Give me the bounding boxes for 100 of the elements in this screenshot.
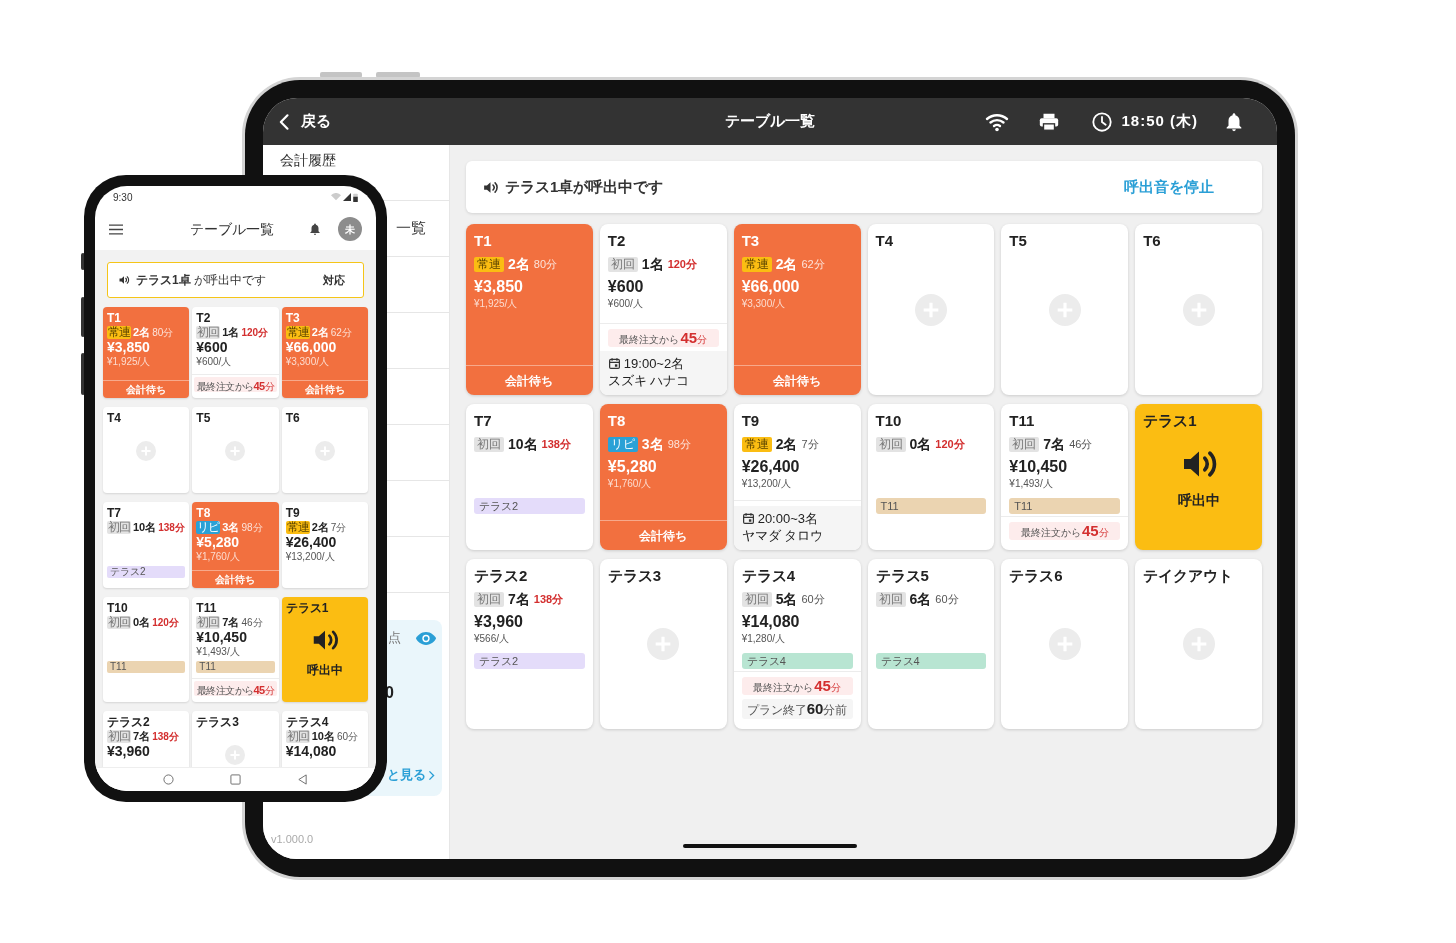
- table-name: T3: [285, 311, 301, 325]
- table-card[interactable]: テラス3: [599, 559, 727, 729]
- table-card[interactable]: T7 初回 10名 138分 テラス2: [466, 404, 593, 550]
- table-card[interactable]: テラス3: [192, 711, 279, 767]
- table-card[interactable]: テイクアウト: [1135, 559, 1262, 729]
- table-name: T10: [875, 412, 903, 430]
- reservation-name: スズキ ハナコ: [607, 372, 691, 389]
- table-card[interactable]: T9 常連 2名 7分 ¥26,400 ¥13,200/人 20:00~3名 ヤマダ タロウ: [733, 404, 861, 550]
- table-name: T5: [1009, 232, 1028, 250]
- table-card[interactable]: T11 初回 7名 46分 ¥10,450 ¥1,493/人 T11 最終注文から45分: [192, 597, 279, 702]
- respond-button[interactable]: 対応: [323, 271, 345, 289]
- customer-badge: 初回: [741, 591, 772, 607]
- area-tag: T11: [196, 661, 275, 673]
- table-card[interactable]: T6: [281, 407, 368, 493]
- table-card[interactable]: T1 常連 2名 80分 ¥3,850 ¥1,925/人 会計待ち: [466, 224, 593, 395]
- table-name: テラス1: [285, 601, 330, 615]
- table-card[interactable]: テラス4 初回 10名 60分 ¥14,080: [281, 711, 368, 767]
- table-card[interactable]: T11 初回 7名 46分 ¥10,450 ¥1,493/人 T11 最終注文から45分: [1001, 404, 1129, 550]
- table-card[interactable]: T6: [1135, 224, 1262, 395]
- table-name: テラス3: [607, 567, 663, 585]
- table-card[interactable]: テラス5 初回 6名 60分 テラス4: [867, 559, 995, 729]
- guest-count: 2名: [775, 435, 798, 453]
- back-button[interactable]: 戻る: [275, 110, 331, 133]
- recents-icon[interactable]: [230, 774, 241, 785]
- table-card[interactable]: T10 初回 0名 120分 T11: [103, 597, 190, 702]
- sidebar-item[interactable]: 一覧: [396, 217, 426, 240]
- table-name: T10: [107, 601, 129, 615]
- customer-badge: 常連: [285, 521, 310, 534]
- table-name: テラス6: [1009, 567, 1064, 585]
- call-message: テラス1卓が呼出中です: [505, 176, 664, 197]
- screen-title: テーブル一覧: [724, 111, 816, 132]
- checkout-status: 会計待ち: [599, 520, 727, 550]
- guest-count: 10名: [133, 521, 157, 534]
- table-card[interactable]: テラス1 呼出中: [281, 597, 368, 702]
- total-amount: ¥14,080: [741, 612, 801, 632]
- elapsed-time: 138分: [541, 437, 571, 452]
- table-name: テラス2: [107, 715, 151, 729]
- elapsed-time: 80分: [533, 257, 558, 272]
- table-card[interactable]: T4: [867, 224, 995, 395]
- customer-badge: 初回: [107, 616, 131, 629]
- customer-badge: 常連: [741, 256, 772, 272]
- guest-count: 7名: [133, 730, 151, 743]
- table-name: テラス2: [474, 567, 529, 585]
- per-person-amount: ¥1,925/人: [474, 297, 519, 310]
- table-name: T8: [196, 506, 212, 520]
- per-person-amount: ¥1,280/人: [741, 632, 787, 645]
- customer-badge: リピ: [196, 521, 221, 534]
- customer-badge: 初回: [1009, 436, 1040, 452]
- checkout-status: 会計待ち: [733, 365, 861, 395]
- back-icon[interactable]: [297, 774, 308, 785]
- menu-icon[interactable]: [109, 223, 123, 235]
- table-card[interactable]: T2 初回 1名 120分 ¥600 ¥600/人 最終注文から45分 19:00~2名 スズキ ハナコ: [599, 224, 727, 395]
- customer-badge: 常連: [107, 326, 131, 339]
- clock-time: 18:50 (木): [1121, 111, 1198, 132]
- sidebar-item[interactable]: 会計履歴: [280, 152, 336, 168]
- customer-badge: 初回: [607, 256, 638, 272]
- bell-icon[interactable]: [308, 222, 322, 236]
- per-person-amount: ¥1,493/人: [1009, 477, 1054, 490]
- table-card[interactable]: T3 常連 2名 62分 ¥66,000 ¥3,300/人 会計待ち: [281, 307, 368, 398]
- elapsed-time: 62分: [801, 257, 825, 272]
- call-status: 呼出中: [1177, 490, 1220, 510]
- per-person-amount: ¥1,925/人: [107, 356, 152, 368]
- summary-label: 点: [388, 630, 401, 646]
- table-card[interactable]: T2 初回 1名 120分 ¥600 ¥600/人 最終注文から45分: [192, 307, 279, 398]
- eye-icon[interactable]: [415, 630, 437, 646]
- table-card[interactable]: テラス6: [1001, 559, 1129, 729]
- per-person-amount: ¥600/人: [196, 356, 233, 368]
- table-card[interactable]: T9 常連 2名 7分 ¥26,400 ¥13,200/人: [281, 502, 368, 588]
- per-person-amount: ¥3,300/人: [741, 297, 787, 310]
- area-tag: テラス4: [741, 653, 853, 669]
- table-card[interactable]: T1 常連 2名 80分 ¥3,850 ¥1,925/人 会計待ち: [103, 307, 190, 398]
- guest-count: 2名: [311, 521, 329, 534]
- reservation-time: 19:00~2名: [623, 355, 685, 372]
- plan-end-text: プラン終了60分前: [741, 699, 853, 719]
- table-name: T2: [607, 232, 627, 250]
- per-person-amount: ¥13,200/人: [285, 551, 336, 563]
- guest-count: 1名: [222, 326, 240, 339]
- table-card[interactable]: T5: [192, 407, 279, 493]
- table-card[interactable]: T3 常連 2名 62分 ¥66,000 ¥3,300/人 会計待ち: [733, 224, 861, 395]
- per-person-amount: ¥1,760/人: [196, 551, 241, 563]
- total-amount: ¥26,400: [741, 457, 801, 477]
- per-person-amount: ¥1,760/人: [607, 477, 653, 490]
- table-card[interactable]: T4: [103, 407, 190, 493]
- table-card[interactable]: T10 初回 0名 120分 T11: [867, 404, 995, 550]
- table-card[interactable]: テラス1 呼出中: [1135, 404, 1262, 550]
- table-card[interactable]: T5: [1001, 224, 1129, 395]
- customer-badge: 初回: [474, 591, 504, 607]
- table-card[interactable]: テラス2 初回 7名 138分 ¥3,960 ¥566/人 テラス2: [466, 559, 593, 729]
- total-amount: ¥66,000: [285, 339, 338, 356]
- customer-badge: 常連: [741, 436, 772, 452]
- guest-count: 3名: [222, 521, 240, 534]
- home-icon[interactable]: [163, 774, 174, 785]
- elapsed-time: 120分: [241, 326, 269, 339]
- table-card[interactable]: テラス2 初回 7名 138分 ¥3,960: [103, 711, 190, 767]
- elapsed-time: 60分: [935, 592, 959, 607]
- elapsed-time: 80分: [152, 326, 174, 339]
- table-card[interactable]: テラス4 初回 5名 60分 ¥14,080 ¥1,280/人 テラス4 最終注文から45分 プラン終了60分前: [733, 559, 861, 729]
- guest-count: 2名: [775, 255, 798, 273]
- customer-badge: 初回: [875, 591, 906, 607]
- table-card[interactable]: T7 初回 10名 138分 テラス2: [103, 502, 190, 588]
